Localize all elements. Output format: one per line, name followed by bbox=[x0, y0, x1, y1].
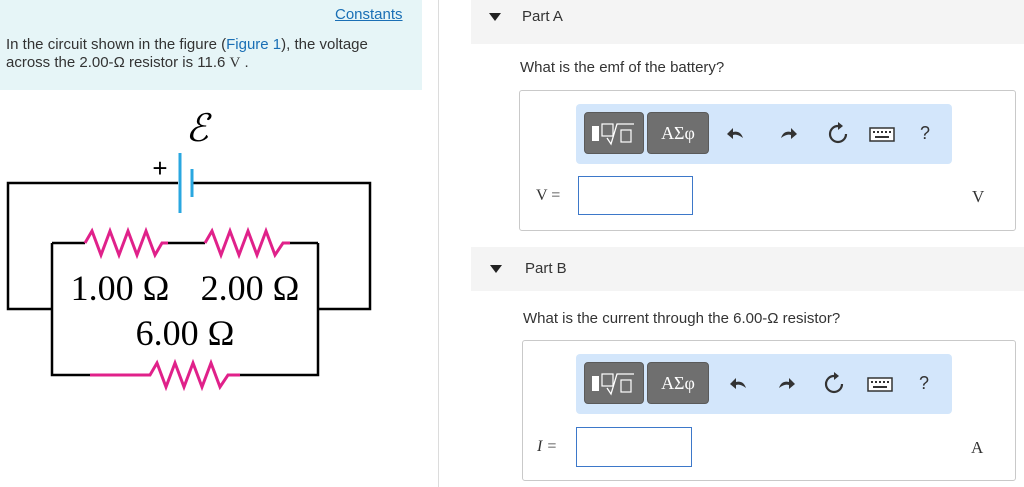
part-b-question: What is the current through the 6.00-Ω r… bbox=[523, 310, 841, 327]
undo-icon[interactable] bbox=[727, 372, 751, 396]
part-a-unit: V bbox=[972, 187, 985, 206]
part-b-variable-label: I = bbox=[537, 438, 558, 455]
part-b-title: Part B bbox=[525, 260, 567, 277]
collapse-triangle-icon[interactable] bbox=[490, 265, 502, 273]
volt-unit: V bbox=[229, 55, 241, 71]
templates-icon bbox=[592, 373, 634, 396]
resistor-2-label: 2.00 Ω bbox=[201, 268, 300, 308]
part-a-math-toolbar: ΑΣφ ? bbox=[576, 104, 952, 164]
wire-right-inner bbox=[240, 243, 320, 377]
help-icon[interactable]: ? bbox=[913, 121, 937, 145]
problem-text-pre: In the circuit shown in the figure ( bbox=[6, 36, 227, 53]
help-icon[interactable]: ? bbox=[912, 371, 936, 395]
problem-text: In the circuit shown in the figure (Figu… bbox=[6, 36, 406, 72]
part-b-header[interactable]: Part B bbox=[471, 247, 1024, 291]
resistor-6-ohm bbox=[90, 358, 240, 392]
reset-icon[interactable] bbox=[822, 372, 846, 396]
part-a-variable-label: V = bbox=[536, 187, 561, 204]
emf-symbol: ℰ bbox=[185, 108, 212, 150]
circuit-figure: + ℰ 1.00 Ω 2.00 Ω 6.00 Ω bbox=[6, 108, 372, 392]
part-a-answer-box: ΑΣφ ? V = V bbox=[519, 90, 1016, 231]
part-a-answer-input[interactable] bbox=[578, 176, 693, 215]
resistor-1-ohm bbox=[83, 226, 168, 260]
greek-symbols-button[interactable]: ΑΣφ bbox=[647, 362, 709, 404]
resistor-2-ohm bbox=[203, 226, 290, 260]
redo-icon[interactable] bbox=[776, 122, 800, 146]
templates-button[interactable] bbox=[584, 112, 644, 154]
templates-button[interactable] bbox=[584, 362, 644, 404]
omega-symbol: Ω bbox=[113, 54, 125, 71]
keyboard-icon[interactable] bbox=[868, 122, 896, 146]
pane-divider bbox=[438, 0, 439, 487]
battery-plus-sign: + bbox=[152, 153, 167, 183]
part-a-question: What is the emf of the battery? bbox=[520, 59, 725, 76]
resistor-6-label: 6.00 Ω bbox=[136, 313, 235, 353]
greek-symbols-button[interactable]: ΑΣφ bbox=[647, 112, 709, 154]
part-a-header[interactable]: Part A bbox=[471, 0, 1024, 44]
wire-left-inner bbox=[50, 243, 90, 377]
templates-icon bbox=[592, 123, 634, 146]
problem-statement-box: Constants In the circuit shown in the fi… bbox=[0, 0, 422, 90]
constants-link[interactable]: Constants bbox=[335, 6, 403, 23]
part-a-title: Part A bbox=[522, 8, 563, 25]
part-b-answer-box: ΑΣφ ? I = A bbox=[522, 340, 1016, 481]
collapse-triangle-icon[interactable] bbox=[489, 13, 501, 21]
problem-text-post: resistor is 11.6 bbox=[124, 54, 230, 71]
part-b-answer-input[interactable] bbox=[576, 427, 692, 467]
part-b-math-toolbar: ΑΣφ ? bbox=[576, 354, 952, 414]
battery bbox=[178, 153, 194, 213]
keyboard-icon[interactable] bbox=[866, 372, 894, 396]
resistors bbox=[83, 226, 290, 392]
figure-link[interactable]: Figure 1 bbox=[226, 36, 281, 53]
redo-icon[interactable] bbox=[774, 372, 798, 396]
problem-text-period: . bbox=[240, 54, 249, 71]
undo-icon[interactable] bbox=[724, 122, 748, 146]
part-b-unit: A bbox=[971, 438, 984, 457]
problem-pane: Constants In the circuit shown in the fi… bbox=[0, 0, 422, 487]
reset-icon[interactable] bbox=[826, 122, 850, 146]
resistor-1-label: 1.00 Ω bbox=[71, 268, 170, 308]
